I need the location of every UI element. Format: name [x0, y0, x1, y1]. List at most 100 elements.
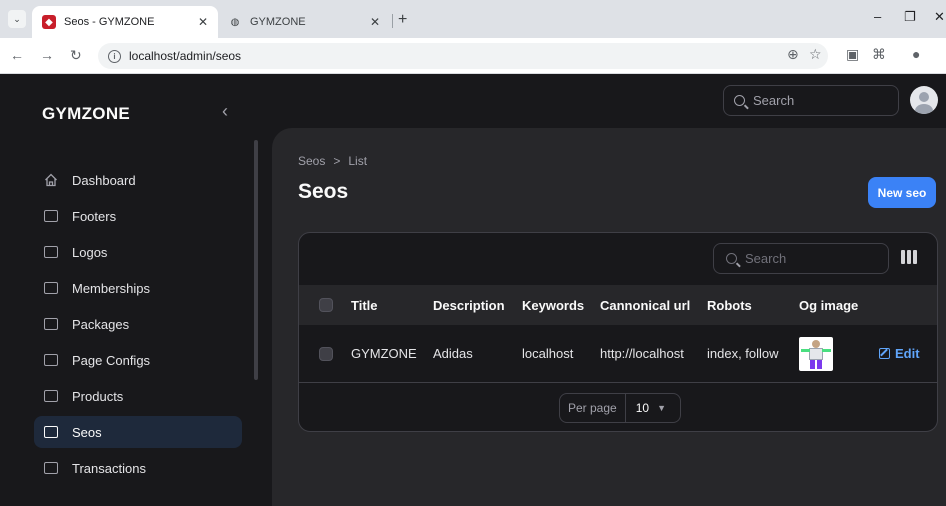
rectangle-stack-icon [44, 462, 58, 474]
og-image-thumbnail [799, 336, 833, 371]
reload-icon[interactable]: ↻ [70, 47, 82, 64]
sidebar-item-label: Packages [72, 316, 130, 332]
column-header-robots[interactable]: Robots [707, 285, 752, 325]
breadcrumb-separator: > [333, 154, 341, 168]
edit-link[interactable]: Edit [879, 346, 920, 361]
column-header-description[interactable]: Description [433, 285, 505, 325]
browser-tab-active[interactable]: ◆ Seos - GYMZONE ✕ [32, 6, 218, 38]
per-page-value: 10 [635, 401, 650, 415]
sidebar-item-label: Memberships [72, 280, 151, 296]
globe-icon: ◍ [230, 16, 240, 28]
sidebar-item-footers[interactable]: Footers [34, 200, 242, 232]
close-icon[interactable]: ✕ [198, 15, 208, 29]
table-toolbar: Search [299, 233, 937, 285]
sidebar-item-page-configs[interactable]: Page Configs [34, 344, 242, 376]
table-header: Title Description Keywords Cannonical ur… [299, 285, 937, 325]
search-placeholder: Search [753, 93, 795, 108]
url-text: localhost/admin/seos [129, 49, 242, 63]
bookmark-star-icon[interactable]: ☆ [809, 46, 822, 63]
sidebar-item-logos[interactable]: Logos [34, 236, 242, 268]
back-icon[interactable]: ← [10, 47, 24, 63]
cell-description: Adidas [433, 346, 473, 361]
edit-label: Edit [895, 346, 920, 361]
puzzle-icon[interactable]: ⌘ [872, 46, 886, 63]
url-field[interactable]: i localhost/admin/seos [98, 43, 828, 69]
breadcrumb: Seos > List [298, 154, 367, 168]
sidebar-item-products[interactable]: Products [34, 380, 242, 412]
sidebar-scrollbar[interactable] [254, 140, 258, 380]
row-checkbox[interactable] [319, 346, 333, 361]
browser-address-bar: ← → ↻ i localhost/admin/seos ⊕ ☆ ▣ ⌘ ● [0, 38, 946, 74]
sidebar-item-label: Page Configs [72, 352, 151, 368]
cell-title: GYMZONE [351, 346, 417, 361]
search-placeholder: Search [745, 251, 787, 266]
window-close-icon[interactable]: ✕ [934, 9, 945, 25]
rectangle-stack-icon [44, 390, 58, 402]
sidebar-item-dashboard[interactable]: Dashboard [34, 164, 242, 196]
tab-title: Seos - GYMZONE [64, 16, 155, 28]
tab-divider [392, 14, 393, 28]
new-seo-button[interactable]: New seo [868, 177, 936, 208]
app-root: GYMZONE ‹ Dashboard Footers Logos Member… [0, 74, 946, 506]
sidebar-item-label: Seos [72, 424, 102, 440]
columns-toggle-icon[interactable] [901, 250, 917, 264]
table-row[interactable]: GYMZONE Adidas localhost http://localhos… [299, 325, 937, 383]
tab-title: GYMZONE [250, 16, 306, 28]
rectangle-stack-icon [44, 282, 58, 294]
rectangle-stack-icon [44, 318, 58, 330]
search-icon [734, 95, 745, 106]
minimize-icon[interactable]: – [874, 9, 881, 24]
rectangle-stack-icon [44, 246, 58, 258]
profile-icon[interactable]: ● [912, 46, 920, 62]
sidebar: GYMZONE ‹ Dashboard Footers Logos Member… [0, 74, 258, 506]
sidebar-item-packages[interactable]: Packages [34, 308, 242, 340]
table-card: Search Title Description Keywords Cannon… [298, 232, 938, 432]
per-page-label: Per page [560, 394, 626, 422]
new-tab-icon[interactable]: + [398, 11, 407, 29]
column-header-title[interactable]: Title [351, 285, 378, 325]
tab-search-icon[interactable]: ⌄ [8, 10, 26, 28]
sidebar-item-seos[interactable]: Seos [34, 416, 242, 448]
sidebar-nav: Dashboard Footers Logos Memberships Pack… [34, 164, 242, 488]
sidebar-item-label: Products [72, 388, 124, 404]
cell-keywords: localhost [522, 346, 574, 361]
rectangle-stack-icon [44, 354, 58, 366]
cell-robots: index, follow [707, 346, 779, 361]
select-all-checkbox[interactable] [319, 298, 333, 312]
breadcrumb-current: List [348, 154, 368, 168]
sidebar-item-label: Transactions [72, 460, 146, 476]
chevron-down-icon: ▼ [657, 403, 666, 413]
sidebar-item-label: Footers [72, 208, 117, 224]
column-header-og-image[interactable]: Og image [799, 285, 858, 325]
page-title: Seos [298, 180, 349, 203]
per-page-select[interactable]: Per page 10 ▼ [559, 393, 681, 423]
zoom-icon[interactable]: ⊕ [787, 46, 799, 63]
column-header-keywords[interactable]: Keywords [522, 285, 584, 325]
extension-icon[interactable]: ▣ [846, 46, 859, 63]
table-search-input[interactable]: Search [713, 243, 889, 274]
sidebar-item-memberships[interactable]: Memberships [34, 272, 242, 304]
brand-logo[interactable]: GYMZONE [42, 104, 130, 124]
avatar[interactable] [910, 86, 938, 114]
search-icon [726, 253, 737, 264]
home-icon [45, 173, 57, 187]
app-favicon-icon: ◆ [42, 15, 56, 29]
global-search-input[interactable]: Search [723, 85, 899, 116]
main-content: Seos > List Seos New seo Search Title Desc… [272, 128, 946, 506]
sidebar-item-label: Dashboard [72, 172, 136, 188]
forward-icon[interactable]: → [40, 47, 54, 63]
sidebar-item-transactions[interactable]: Transactions [34, 452, 242, 484]
rectangle-stack-icon [44, 426, 58, 438]
browser-tab-bar: ⌄ ◆ Seos - GYMZONE ✕ ◍ GYMZONE ✕ + – ❐ ✕ [0, 0, 946, 38]
sidebar-item-label: Logos [72, 244, 108, 260]
site-info-icon[interactable]: i [108, 49, 121, 63]
rectangle-stack-icon [44, 210, 58, 222]
browser-tab[interactable]: ◍ GYMZONE ✕ [218, 6, 390, 38]
column-header-cannonical-url[interactable]: Cannonical url [600, 285, 690, 325]
cell-cannonical-url: http://localhost [600, 346, 684, 361]
breadcrumb-link-seos[interactable]: Seos [298, 154, 325, 168]
close-icon[interactable]: ✕ [370, 15, 380, 29]
collapse-sidebar-icon[interactable]: ‹ [222, 101, 228, 122]
pencil-square-icon [879, 348, 890, 359]
restore-icon[interactable]: ❐ [904, 9, 916, 25]
